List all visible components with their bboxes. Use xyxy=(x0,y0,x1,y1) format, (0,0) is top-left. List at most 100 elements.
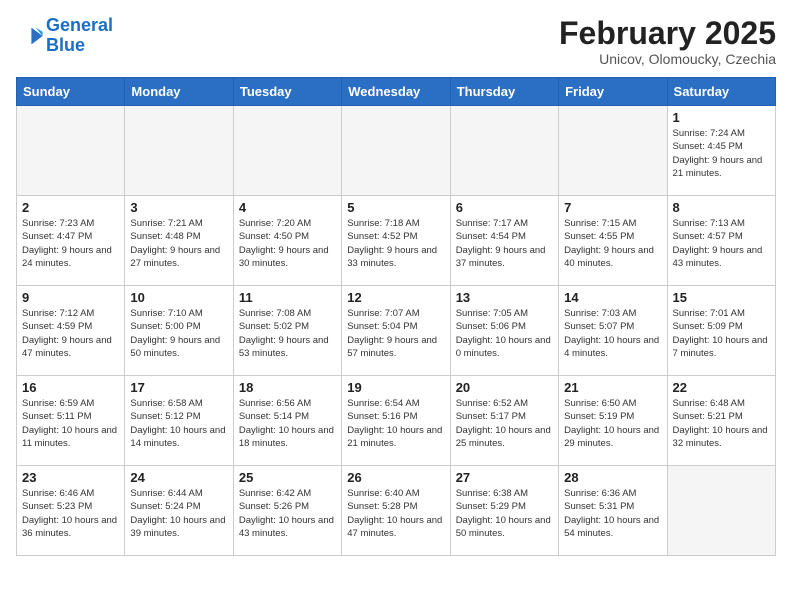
calendar-cell: 21 Sunrise: 6:50 AM Sunset: 5:19 PM Dayli… xyxy=(559,376,667,466)
day-info: Sunrise: 6:48 AM Sunset: 5:21 PM Dayligh… xyxy=(673,397,770,450)
calendar-header: SundayMondayTuesdayWednesdayThursdayFrid… xyxy=(17,78,776,106)
calendar-cell: 14Sunrise: 7:03 AM Sunset: 5:07 PM Dayli… xyxy=(559,286,667,376)
calendar-cell xyxy=(233,106,341,196)
week-row-3: 9Sunrise: 7:12 AM Sunset: 4:59 PM Daylig… xyxy=(17,286,776,376)
logo-line2: Blue xyxy=(46,35,85,55)
logo-icon xyxy=(16,22,44,50)
weekday-header-sunday: Sunday xyxy=(17,78,125,106)
day-info: Sunrise: 7:15 AM Sunset: 4:55 PM Dayligh… xyxy=(564,217,661,270)
day-number: 2 xyxy=(22,200,119,215)
day-info: Sunrise: 6:50 AM Sunset: 5:19 PM Dayligh… xyxy=(564,397,661,450)
day-info: Sunrise: 6:38 AM Sunset: 5:29 PM Dayligh… xyxy=(456,487,553,540)
day-number: 5 xyxy=(347,200,444,215)
calendar-cell: 20 Sunrise: 6:52 AM Sunset: 5:17 PM Dayli… xyxy=(450,376,558,466)
weekday-header-saturday: Saturday xyxy=(667,78,775,106)
week-row-4: 16 Sunrise: 6:59 AM Sunset: 5:11 PM Dayli… xyxy=(17,376,776,466)
calendar-cell: 25 Sunrise: 6:42 AM Sunset: 5:26 PM Dayli… xyxy=(233,466,341,556)
logo-text: General Blue xyxy=(46,16,113,56)
calendar-cell: 3Sunrise: 7:21 AM Sunset: 4:48 PM Daylig… xyxy=(125,196,233,286)
day-number: 7 xyxy=(564,200,661,215)
calendar-cell: 9Sunrise: 7:12 AM Sunset: 4:59 PM Daylig… xyxy=(17,286,125,376)
day-info: Sunrise: 7:24 AM Sunset: 4:45 PM Dayligh… xyxy=(673,127,770,180)
day-number: 25 xyxy=(239,470,336,485)
day-number: 3 xyxy=(130,200,227,215)
calendar-cell: 13Sunrise: 7:05 AM Sunset: 5:06 PM Dayli… xyxy=(450,286,558,376)
day-number: 9 xyxy=(22,290,119,305)
day-info: Sunrise: 6:59 AM Sunset: 5:11 PM Dayligh… xyxy=(22,397,119,450)
calendar-body: 1Sunrise: 7:24 AM Sunset: 4:45 PM Daylig… xyxy=(17,106,776,556)
day-number: 22 xyxy=(673,380,770,395)
calendar-cell xyxy=(450,106,558,196)
week-row-5: 23Sunrise: 6:46 AM Sunset: 5:23 PM Dayli… xyxy=(17,466,776,556)
day-info: Sunrise: 6:56 AM Sunset: 5:14 PM Dayligh… xyxy=(239,397,336,450)
day-number: 10 xyxy=(130,290,227,305)
day-number: 14 xyxy=(564,290,661,305)
day-info: Sunrise: 7:13 AM Sunset: 4:57 PM Dayligh… xyxy=(673,217,770,270)
weekday-header-tuesday: Tuesday xyxy=(233,78,341,106)
calendar-cell xyxy=(342,106,450,196)
calendar-cell: 10 Sunrise: 7:10 AM Sunset: 5:00 PM Dayli… xyxy=(125,286,233,376)
day-info: Sunrise: 6:58 AM Sunset: 5:12 PM Dayligh… xyxy=(130,397,227,450)
day-number: 15 xyxy=(673,290,770,305)
logo-line1: General xyxy=(46,15,113,35)
calendar-cell: 2 Sunrise: 7:23 AM Sunset: 4:47 PM Daylig… xyxy=(17,196,125,286)
day-number: 23 xyxy=(22,470,119,485)
weekday-header-row: SundayMondayTuesdayWednesdayThursdayFrid… xyxy=(17,78,776,106)
calendar-cell: 18Sunrise: 6:56 AM Sunset: 5:14 PM Dayli… xyxy=(233,376,341,466)
day-info: Sunrise: 7:01 AM Sunset: 5:09 PM Dayligh… xyxy=(673,307,770,360)
day-info: Sunrise: 7:23 AM Sunset: 4:47 PM Dayligh… xyxy=(22,217,119,270)
day-number: 4 xyxy=(239,200,336,215)
location-subtitle: Unicov, Olomoucky, Czechia xyxy=(559,51,776,67)
title-block: February 2025 Unicov, Olomoucky, Czechia xyxy=(559,16,776,67)
calendar-cell: 22 Sunrise: 6:48 AM Sunset: 5:21 PM Dayli… xyxy=(667,376,775,466)
day-number: 26 xyxy=(347,470,444,485)
day-number: 21 xyxy=(564,380,661,395)
calendar-cell: 1Sunrise: 7:24 AM Sunset: 4:45 PM Daylig… xyxy=(667,106,775,196)
day-number: 17 xyxy=(130,380,227,395)
day-info: Sunrise: 7:08 AM Sunset: 5:02 PM Dayligh… xyxy=(239,307,336,360)
calendar-cell xyxy=(667,466,775,556)
day-number: 19 xyxy=(347,380,444,395)
day-number: 27 xyxy=(456,470,553,485)
calendar-cell: 8 Sunrise: 7:13 AM Sunset: 4:57 PM Daylig… xyxy=(667,196,775,286)
day-number: 16 xyxy=(22,380,119,395)
calendar-cell: 23Sunrise: 6:46 AM Sunset: 5:23 PM Dayli… xyxy=(17,466,125,556)
day-number: 12 xyxy=(347,290,444,305)
calendar-cell: 12 Sunrise: 7:07 AM Sunset: 5:04 PM Dayli… xyxy=(342,286,450,376)
calendar-cell: 15 Sunrise: 7:01 AM Sunset: 5:09 PM Dayli… xyxy=(667,286,775,376)
calendar-cell: 4 Sunrise: 7:20 AM Sunset: 4:50 PM Daylig… xyxy=(233,196,341,286)
day-number: 20 xyxy=(456,380,553,395)
weekday-header-wednesday: Wednesday xyxy=(342,78,450,106)
month-title: February 2025 xyxy=(559,16,776,51)
day-number: 11 xyxy=(239,290,336,305)
day-info: Sunrise: 6:40 AM Sunset: 5:28 PM Dayligh… xyxy=(347,487,444,540)
day-info: Sunrise: 6:52 AM Sunset: 5:17 PM Dayligh… xyxy=(456,397,553,450)
day-number: 6 xyxy=(456,200,553,215)
calendar-cell: 24 Sunrise: 6:44 AM Sunset: 5:24 PM Dayli… xyxy=(125,466,233,556)
calendar-cell: 6 Sunrise: 7:17 AM Sunset: 4:54 PM Daylig… xyxy=(450,196,558,286)
day-info: Sunrise: 7:20 AM Sunset: 4:50 PM Dayligh… xyxy=(239,217,336,270)
day-number: 28 xyxy=(564,470,661,485)
calendar-cell xyxy=(125,106,233,196)
day-info: Sunrise: 6:44 AM Sunset: 5:24 PM Dayligh… xyxy=(130,487,227,540)
calendar-cell: 16 Sunrise: 6:59 AM Sunset: 5:11 PM Dayli… xyxy=(17,376,125,466)
day-info: Sunrise: 7:07 AM Sunset: 5:04 PM Dayligh… xyxy=(347,307,444,360)
calendar-cell xyxy=(17,106,125,196)
day-info: Sunrise: 7:17 AM Sunset: 4:54 PM Dayligh… xyxy=(456,217,553,270)
day-info: Sunrise: 6:42 AM Sunset: 5:26 PM Dayligh… xyxy=(239,487,336,540)
week-row-1: 1Sunrise: 7:24 AM Sunset: 4:45 PM Daylig… xyxy=(17,106,776,196)
weekday-header-thursday: Thursday xyxy=(450,78,558,106)
day-number: 24 xyxy=(130,470,227,485)
calendar-cell: 17 Sunrise: 6:58 AM Sunset: 5:12 PM Dayli… xyxy=(125,376,233,466)
calendar-cell xyxy=(559,106,667,196)
day-number: 8 xyxy=(673,200,770,215)
calendar-cell: 5Sunrise: 7:18 AM Sunset: 4:52 PM Daylig… xyxy=(342,196,450,286)
logo: General Blue xyxy=(16,16,113,56)
day-info: Sunrise: 7:10 AM Sunset: 5:00 PM Dayligh… xyxy=(130,307,227,360)
calendar-cell: 28Sunrise: 6:36 AM Sunset: 5:31 PM Dayli… xyxy=(559,466,667,556)
week-row-2: 2 Sunrise: 7:23 AM Sunset: 4:47 PM Daylig… xyxy=(17,196,776,286)
day-number: 13 xyxy=(456,290,553,305)
calendar-table: SundayMondayTuesdayWednesdayThursdayFrid… xyxy=(16,77,776,556)
weekday-header-monday: Monday xyxy=(125,78,233,106)
day-info: Sunrise: 6:54 AM Sunset: 5:16 PM Dayligh… xyxy=(347,397,444,450)
